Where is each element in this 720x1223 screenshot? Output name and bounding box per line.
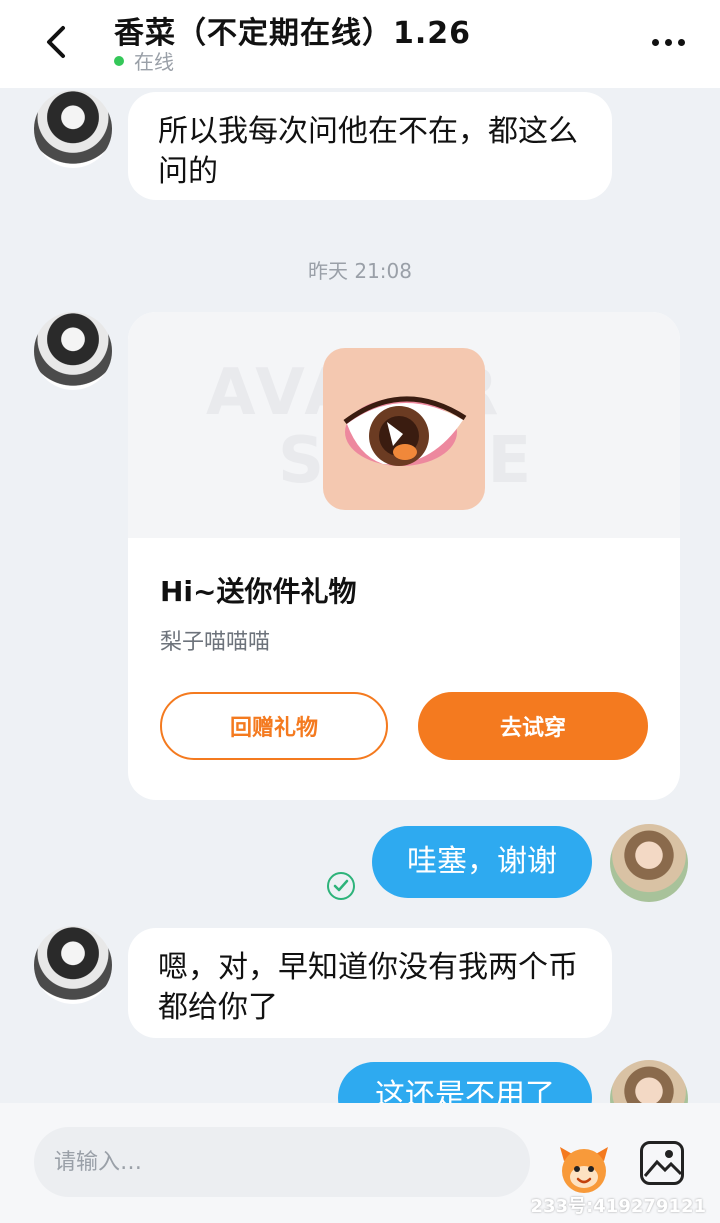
self-avatar[interactable] [610, 824, 688, 902]
mascot-emoji-icon [560, 1147, 608, 1193]
more-button[interactable] [640, 24, 696, 60]
back-arrow-icon [47, 26, 65, 58]
back-button[interactable] [28, 14, 84, 70]
time-divider: 昨天 21:08 [308, 259, 412, 283]
gift-banner: AVATAR STORE [128, 312, 680, 538]
corner-watermark: 233号:419279121 [530, 1196, 707, 1217]
peer-message-bubble: 所以我每次问他在不在，都这么问的 [128, 92, 612, 200]
self-message-bubble: 哇塞，谢谢 [372, 826, 592, 898]
more-dot [677, 38, 685, 46]
eye-icon [343, 396, 467, 466]
image-button[interactable] [640, 1141, 684, 1185]
more-dot [664, 38, 672, 46]
gift-eye-thumbnail [323, 348, 485, 510]
chat-header: 香菜（不定期在线）1.26 在线 [0, 0, 720, 88]
check-circle-icon [327, 872, 355, 900]
message-input[interactable] [34, 1127, 530, 1197]
gift-sender: 梨子喵喵喵 [160, 630, 271, 655]
gift-card[interactable]: AVATAR STORE Hi~送你件礼物 梨子喵喵喵 回赠礼物 去试穿 [128, 312, 680, 800]
peer-message-bubble: 嗯，对，早知道你没有我两个币都给你了 [128, 928, 612, 1038]
online-status-label: 在线 [134, 50, 174, 74]
online-status: 在线 [114, 46, 174, 75]
image-icon [643, 1150, 681, 1177]
peer-avatar[interactable] [34, 90, 112, 168]
online-dot-icon [114, 55, 124, 66]
message-text: 嗯，对，早知道你没有我两个币都给你了 [158, 950, 578, 1025]
chat-screen: 香菜（不定期在线）1.26 在线 所以我每次问他在不在，都这么问的 昨天 21:… [0, 0, 720, 1223]
message-text: 哇塞，谢谢 [407, 844, 557, 879]
try-on-button[interactable]: 去试穿 [418, 692, 648, 760]
more-dots-icon [651, 38, 659, 46]
return-gift-button[interactable]: 回赠礼物 [160, 692, 388, 760]
message-text: 所以我每次问他在不在，都这么问的 [158, 114, 578, 189]
peer-avatar[interactable] [34, 926, 112, 1004]
peer-avatar[interactable] [34, 312, 112, 390]
gift-title: Hi~送你件礼物 [160, 575, 357, 608]
emoji-button[interactable] [556, 1139, 612, 1195]
